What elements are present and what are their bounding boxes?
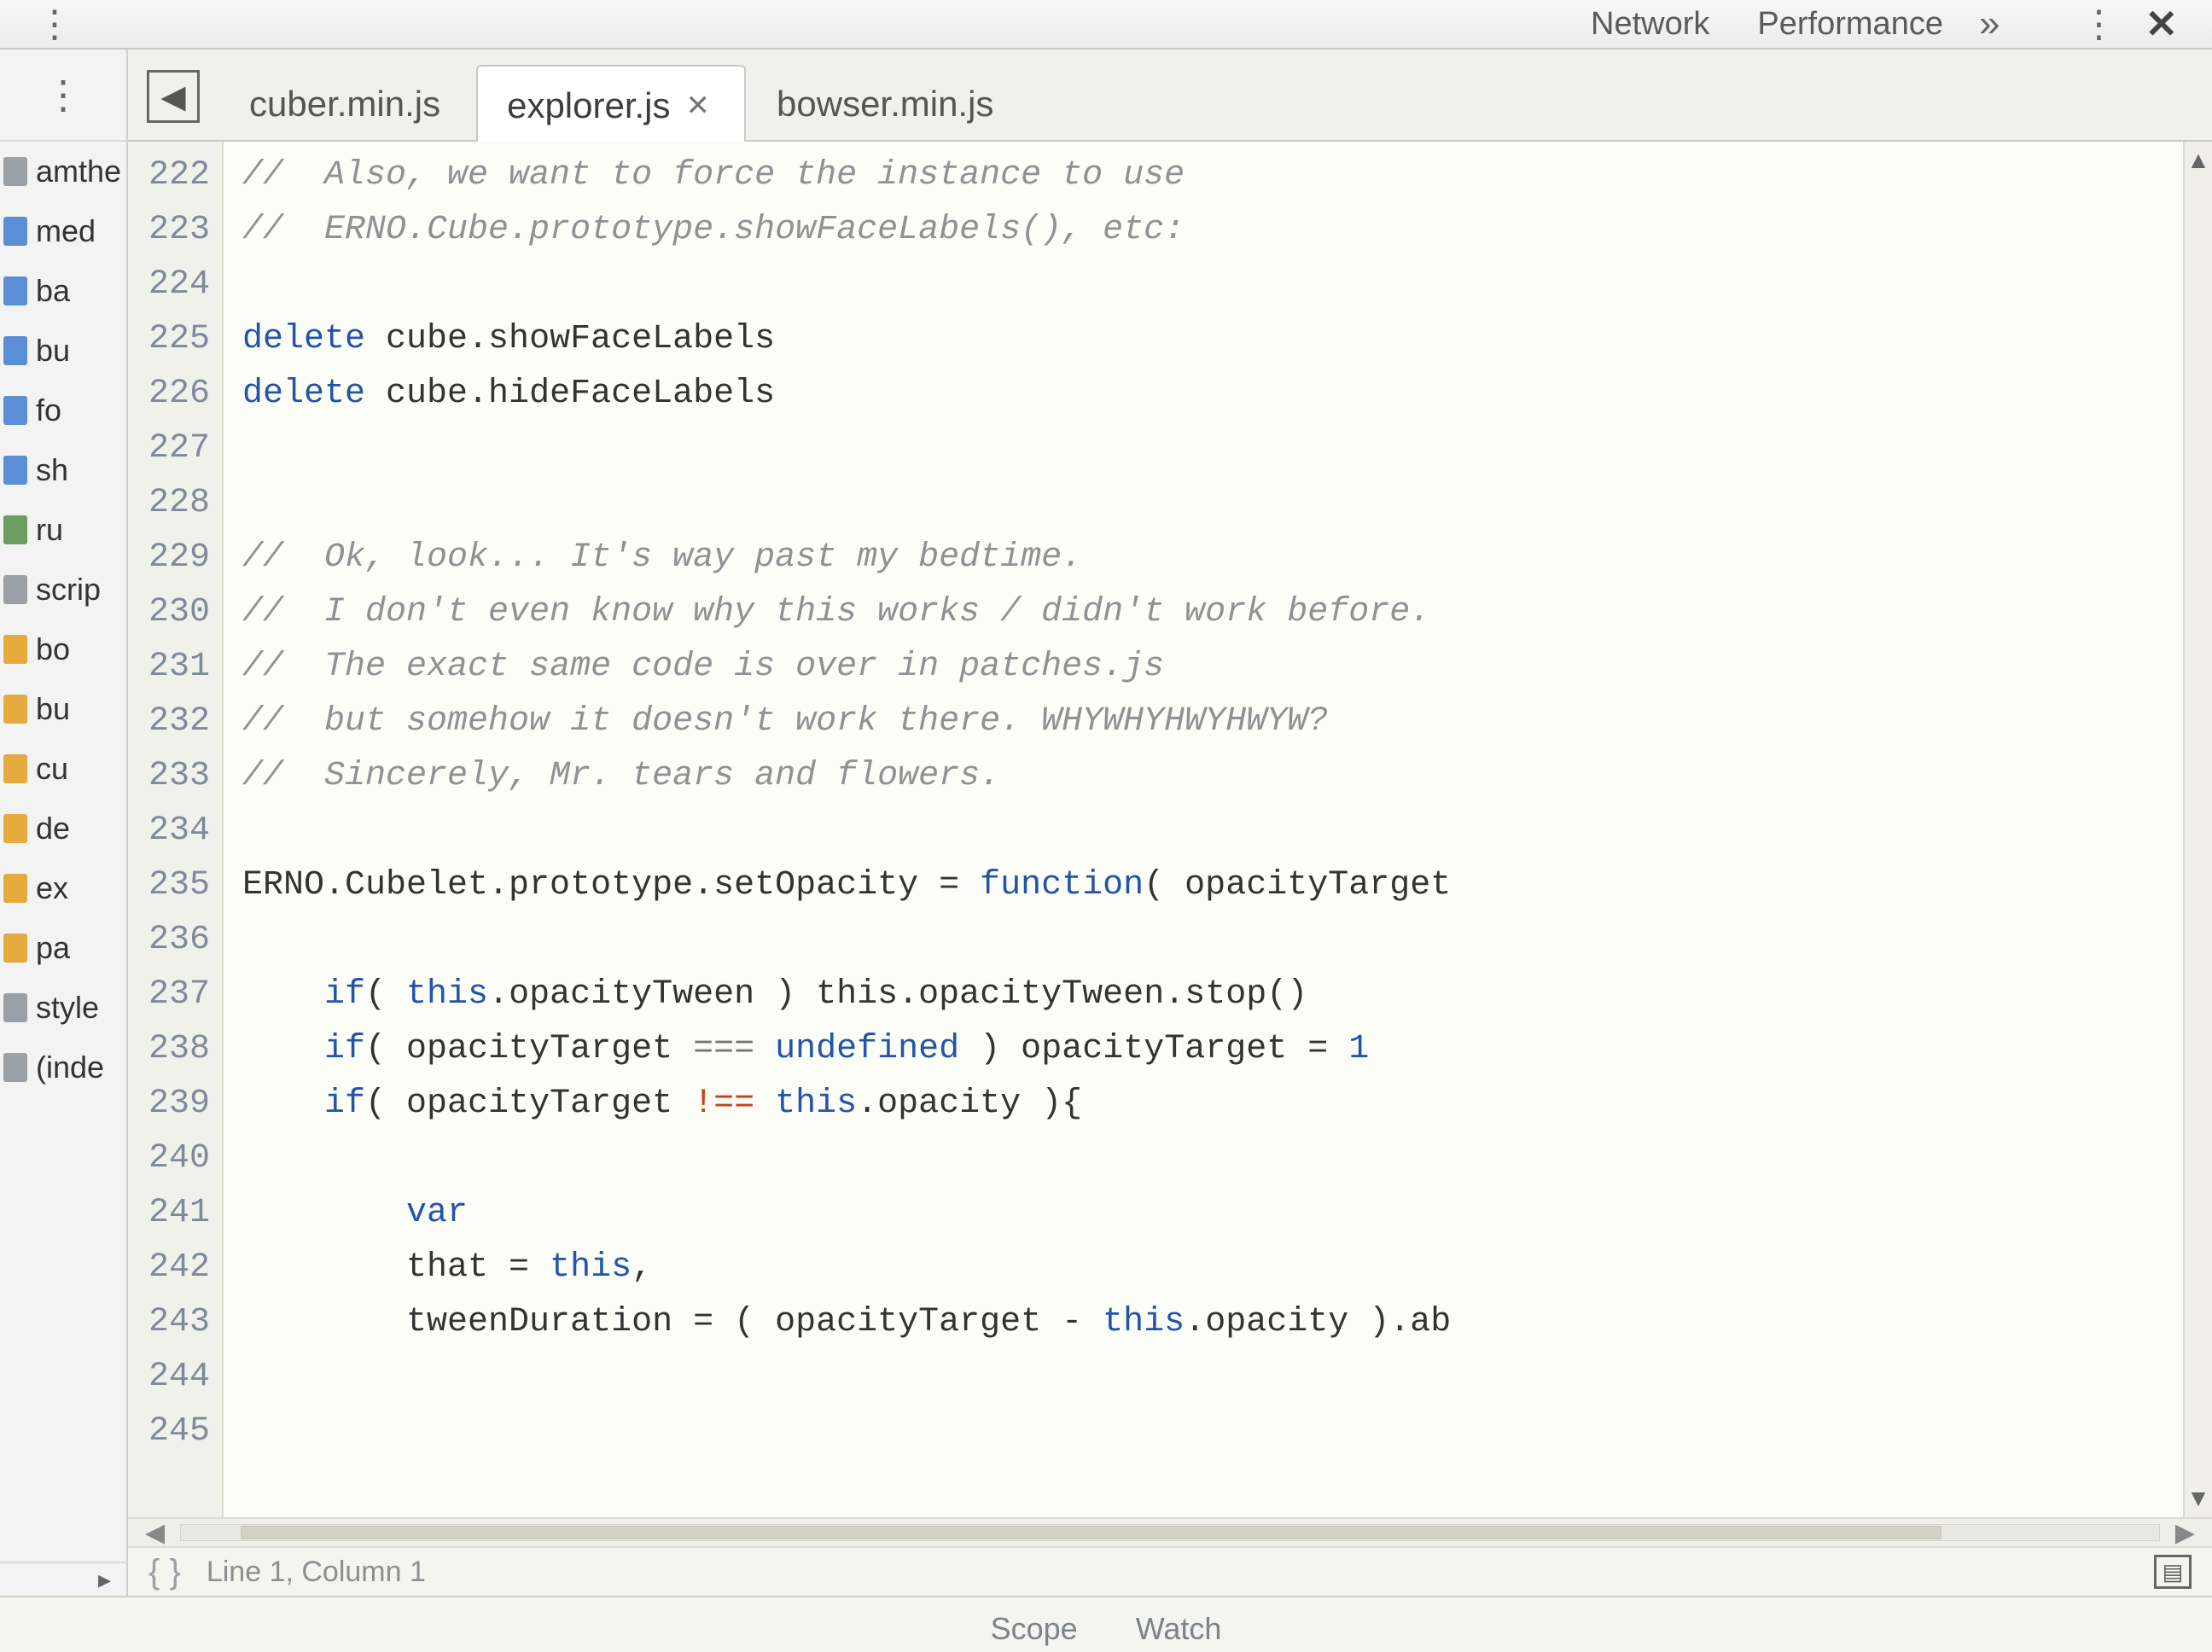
tab-label: explorer.js [507, 85, 670, 126]
vertical-scrollbar[interactable]: ▲ ▼ [2183, 142, 2212, 1517]
file-item-1[interactable]: med [0, 201, 126, 261]
devtools-kebab-right[interactable]: ⋮ [2063, 3, 2129, 46]
file-icon [3, 515, 27, 544]
file-icon [3, 1053, 27, 1082]
file-icon [3, 456, 27, 485]
file-label: bu [36, 333, 70, 369]
file-icon [3, 695, 27, 724]
file-icon [3, 814, 27, 843]
horizontal-scrollbar[interactable]: ◀ ▶ [128, 1517, 2212, 1546]
toggle-wrap-icon[interactable]: ▤ [2154, 1555, 2192, 1589]
file-item-7[interactable]: scrip [0, 560, 126, 620]
cursor-position: Line 1, Column 1 [207, 1556, 426, 1589]
devtools-tab-performance[interactable]: Performance [1733, 3, 1967, 46]
file-item-2[interactable]: ba [0, 261, 126, 321]
line-number-gutter: 222 223 224 225 226 227 228 229 230 231 … [128, 142, 224, 1517]
file-icon [3, 157, 27, 186]
file-icon [3, 635, 27, 664]
file-label: ru [36, 512, 63, 548]
file-label: (inde [36, 1050, 104, 1085]
debugger-panel-tabs: Scope Watch [0, 1596, 2212, 1652]
nav-back-icon[interactable]: ◀ [147, 70, 200, 123]
file-item-3[interactable]: bu [0, 321, 126, 381]
tab-bowser-min-js[interactable]: bowser.min.js [746, 63, 1029, 140]
file-label: ex [36, 870, 68, 906]
file-item-9[interactable]: bu [0, 679, 126, 739]
scroll-left-icon[interactable]: ◀ [137, 1518, 173, 1548]
file-icon [3, 575, 27, 604]
editor-tabstrip: ◀ cuber.min.js explorer.js ✕ bowser.min.… [128, 49, 2212, 142]
file-icon [3, 874, 27, 903]
file-item-15[interactable]: (inde [0, 1038, 126, 1097]
file-item-6[interactable]: ru [0, 500, 126, 560]
tab-label: bowser.min.js [777, 84, 993, 125]
editor-status-bar: { } Line 1, Column 1 ▤ [128, 1546, 2212, 1596]
hscroll-track[interactable] [180, 1524, 2160, 1541]
file-navigator: ⋮ amthe med ba bu fo sh ru scrip bo bu cu de ex pa sty… [0, 49, 128, 1596]
file-label: de [36, 811, 70, 846]
file-item-5[interactable]: sh [0, 440, 126, 500]
tab-explorer-js[interactable]: explorer.js ✕ [476, 65, 746, 142]
debugger-tab-watch[interactable]: Watch [1107, 1604, 1251, 1652]
pretty-print-icon[interactable]: { } [148, 1553, 181, 1591]
file-label: fo [36, 393, 61, 428]
file-item-0[interactable]: amthe [0, 142, 126, 201]
file-item-14[interactable]: style [0, 978, 126, 1038]
file-label: sh [36, 452, 68, 488]
file-label: scrip [36, 572, 101, 608]
file-navigator-expand-icon[interactable]: ▸ [0, 1562, 126, 1596]
tab-label: cuber.min.js [249, 84, 440, 125]
scroll-up-icon[interactable]: ▲ [2185, 147, 2212, 174]
file-icon [3, 993, 27, 1022]
code-editor[interactable]: 222 223 224 225 226 227 228 229 230 231 … [128, 142, 2212, 1517]
file-item-12[interactable]: ex [0, 858, 126, 918]
file-label: pa [36, 930, 70, 966]
devtools-kebab-left[interactable]: ⋮ [19, 3, 85, 46]
file-icon [3, 754, 27, 783]
file-label: ba [36, 273, 70, 309]
file-item-11[interactable]: de [0, 799, 126, 858]
file-icon [3, 336, 27, 365]
file-label: bu [36, 691, 70, 727]
tab-close-icon[interactable]: ✕ [686, 89, 711, 123]
file-icon [3, 276, 27, 305]
hscroll-thumb[interactable] [241, 1526, 1941, 1539]
file-icon [3, 396, 27, 425]
devtools-more-icon[interactable]: » [1967, 3, 2011, 45]
file-item-4[interactable]: fo [0, 381, 126, 440]
file-item-8[interactable]: bo [0, 620, 126, 679]
file-icon [3, 217, 27, 246]
devtools-tab-network[interactable]: Network [1567, 3, 1733, 46]
devtools-close-icon[interactable]: ✕ [2129, 1, 2193, 47]
code-content[interactable]: // Also, we want to force the instance t… [224, 142, 2183, 1517]
scroll-right-icon[interactable]: ▶ [2167, 1518, 2203, 1548]
file-label: bo [36, 631, 70, 667]
tab-cuber-min-js[interactable]: cuber.min.js [218, 63, 476, 140]
devtools-tabbar: ⋮ Network Performance » ⋮ ✕ [0, 0, 2212, 49]
debugger-tab-scope[interactable]: Scope [962, 1604, 1107, 1652]
file-navigator-menu-icon[interactable]: ⋮ [0, 49, 126, 142]
file-label: style [36, 990, 99, 1026]
file-label: amthe [36, 154, 121, 189]
file-label: med [36, 213, 96, 249]
file-icon [3, 934, 27, 963]
scroll-down-icon[interactable]: ▼ [2185, 1485, 2212, 1512]
file-label: cu [36, 751, 68, 787]
file-item-13[interactable]: pa [0, 918, 126, 978]
file-item-10[interactable]: cu [0, 739, 126, 799]
